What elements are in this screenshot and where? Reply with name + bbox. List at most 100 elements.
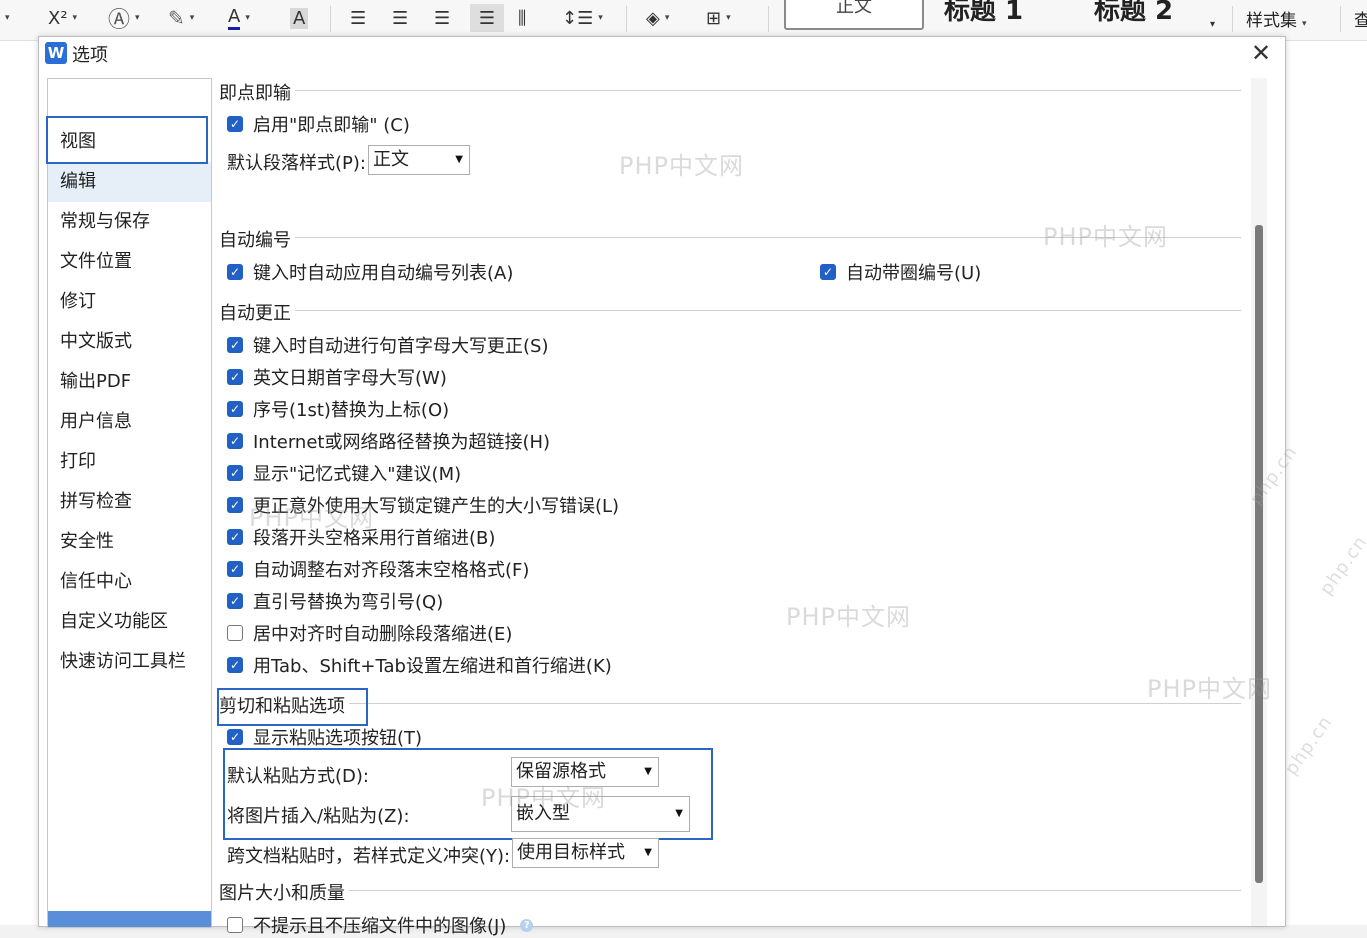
checkbox-checked-icon: ✓	[227, 433, 243, 449]
checkbox-label: 不提示且不压缩文件中的图像(J)	[253, 916, 507, 937]
font-color-button[interactable]: A ▾	[228, 4, 250, 32]
toolbar-divider	[1340, 6, 1341, 32]
nav-item-revision[interactable]: 修订	[48, 282, 211, 322]
styles-set-button[interactable]: 样式集 ▾	[1246, 6, 1307, 31]
style-normal[interactable]: 正文	[784, 0, 924, 30]
nav-item-quick-access-toolbar[interactable]: 快速访问工具栏	[48, 642, 211, 682]
section-divider	[219, 90, 1241, 91]
paste-options-highlight	[223, 748, 713, 840]
style-heading-1[interactable]: 标题 1	[944, 0, 1023, 27]
nav-item-trust-center[interactable]: 信任中心	[48, 562, 211, 602]
scrollbar-thumb[interactable]	[1255, 225, 1263, 883]
nav-item-print[interactable]: 打印	[48, 442, 211, 482]
text-effect-button[interactable]: Ⓐ ▾	[108, 4, 140, 33]
nav-item-security[interactable]: 安全性	[48, 522, 211, 562]
font-size-dropdown[interactable]: ▾	[0, 4, 10, 32]
options-dialog: W 选项 ✕ 视图 编辑 常规与保存 文件位置 修订 中文版式 输出PDF 用户…	[38, 36, 1286, 937]
checkbox-label: 显示粘贴选项按钮(T)	[253, 728, 423, 749]
capitalize-english-date-checkbox[interactable]: ✓ 英文日期首字母大写(W)	[227, 364, 447, 390]
checkbox-checked-icon: ✓	[227, 369, 243, 385]
text-effect-icon: Ⓐ	[108, 8, 131, 33]
line-spacing-icon: ↕☰	[562, 7, 594, 29]
checkbox-checked-icon: ✓	[227, 593, 243, 609]
line-spacing-button[interactable]: ↕☰ ▾	[562, 4, 603, 32]
dropdown-arrow-icon: ▼	[455, 154, 463, 165]
close-button[interactable]: ✕	[1247, 39, 1275, 67]
toolbar-divider	[768, 6, 769, 32]
distributed-align-icon: ⫼	[518, 7, 527, 29]
checkbox-label: 启用"即点即输" (C)	[253, 115, 410, 136]
nav-highlight-box	[46, 116, 208, 164]
leading-space-indent-checkbox[interactable]: ✓ 段落开头空格采用行首缩进(B)	[227, 524, 495, 550]
autocomplete-suggestion-checkbox[interactable]: ✓ 显示"记忆式键入"建议(M)	[227, 460, 461, 486]
chevron-down-icon: ▾	[1210, 18, 1216, 30]
select-value: 使用目标样式	[517, 842, 625, 863]
nav-item-spell-check[interactable]: 拼写检查	[48, 482, 211, 522]
help-question-icon[interactable]: ?	[520, 918, 534, 932]
right-align-trailing-space-checkbox[interactable]: ✓ 自动调整右对齐段落末空格格式(F)	[227, 556, 529, 582]
paint-bucket-icon: ◈	[646, 7, 660, 29]
highlight-button[interactable]: ✎ ▾	[168, 4, 194, 32]
checkbox-unchecked-icon	[227, 917, 243, 933]
align-center-icon: ☰	[392, 7, 409, 29]
justify-button[interactable]: ☰	[470, 4, 504, 32]
checkbox-checked-icon: ✓	[227, 657, 243, 673]
checkbox-checked-icon: ✓	[227, 729, 243, 745]
checkbox-label: Internet或网络路径替换为超链接(H)	[253, 432, 551, 453]
align-left-button[interactable]: ☰	[350, 4, 366, 32]
dialog-title: 选项	[72, 45, 108, 66]
superscript-icon: X²	[48, 7, 68, 29]
align-center-button[interactable]: ☰	[392, 4, 408, 32]
highlighter-icon: ✎	[168, 6, 185, 30]
tab-indent-checkbox[interactable]: ✓ 用Tab、Shift+Tab设置左缩进和首行缩进(K)	[227, 652, 612, 678]
checkbox-checked-icon: ✓	[227, 465, 243, 481]
select-value: 正文	[373, 149, 409, 170]
find-button[interactable]: 查	[1354, 6, 1367, 31]
checkbox-checked-icon: ✓	[227, 337, 243, 353]
show-paste-button-checkbox[interactable]: ✓ 显示粘贴选项按钮(T)	[227, 724, 422, 750]
enable-click-type-checkbox[interactable]: ✓ 启用"即点即输" (C)	[227, 111, 410, 137]
auto-capitalize-sentence-checkbox[interactable]: ✓ 键入时自动进行句首字母大写更正(S)	[227, 332, 548, 358]
auto-circle-number-checkbox[interactable]: ✓ 自动带圈编号(U)	[820, 259, 981, 285]
checkbox-checked-icon: ✓	[227, 116, 243, 132]
borders-button[interactable]: ⊞ ▾	[706, 4, 731, 32]
align-right-button[interactable]: ☰	[434, 4, 450, 32]
internet-hyperlink-checkbox[interactable]: ✓ Internet或网络路径替换为超链接(H)	[227, 428, 550, 454]
nav-item-chinese-layout[interactable]: 中文版式	[48, 322, 211, 362]
auto-number-list-checkbox[interactable]: ✓ 键入时自动应用自动编号列表(A)	[227, 259, 513, 285]
checkbox-label: 自动调整右对齐段落末空格格式(F)	[253, 560, 530, 581]
checkbox-label: 更正意外使用大写锁定键产生的大小写错误(L)	[253, 496, 620, 517]
center-remove-indent-checkbox[interactable]: 居中对齐时自动删除段落缩进(E)	[227, 620, 512, 646]
nav-item-file-location[interactable]: 文件位置	[48, 242, 211, 282]
superscript-button[interactable]: X² ▾	[48, 4, 77, 32]
section-divider	[219, 703, 1241, 704]
checkbox-checked-icon: ✓	[227, 561, 243, 577]
char-shading-button[interactable]: A	[290, 4, 309, 32]
shading-button[interactable]: ◈ ▾	[646, 4, 669, 32]
ordinal-superscript-checkbox[interactable]: ✓ 序号(1st)替换为上标(O)	[227, 396, 449, 422]
nav-item-export-pdf[interactable]: 输出PDF	[48, 362, 211, 402]
document-canvas-right	[1285, 41, 1367, 925]
align-right-icon: ☰	[434, 7, 451, 29]
styles-more-button[interactable]: ▾	[1210, 10, 1215, 38]
options-nav: 视图 编辑 常规与保存 文件位置 修订 中文版式 输出PDF 用户信息 打印 拼…	[46, 78, 212, 928]
styles-set-label: 样式集	[1246, 11, 1297, 31]
checkbox-label: 键入时自动进行句首字母大写更正(S)	[253, 336, 549, 357]
checkbox-checked-icon: ✓	[227, 401, 243, 417]
checkbox-label: 显示"记忆式键入"建议(M)	[253, 464, 462, 485]
dialog-titlebar[interactable]: W 选项 ✕	[39, 37, 1285, 73]
nav-item-general-save[interactable]: 常规与保存	[48, 202, 211, 242]
nav-item-user-info[interactable]: 用户信息	[48, 402, 211, 442]
nav-item-customize-ribbon[interactable]: 自定义功能区	[48, 602, 211, 642]
checkbox-label: 英文日期首字母大写(W)	[253, 368, 447, 389]
nav-item-edit[interactable]: 编辑	[48, 162, 211, 202]
checkbox-unchecked-icon	[227, 625, 243, 641]
smart-quotes-checkbox[interactable]: ✓ 直引号替换为弯引号(Q)	[227, 588, 443, 614]
caps-lock-correction-checkbox[interactable]: ✓ 更正意外使用大写锁定键产生的大小写错误(L)	[227, 492, 619, 518]
section-title-image-quality: 图片大小和质量	[219, 879, 349, 905]
distributed-button[interactable]: ⫼	[518, 4, 526, 32]
default-paragraph-style-select[interactable]: 正文 ▼	[368, 145, 470, 175]
style-heading-2[interactable]: 标题 2	[1094, 0, 1173, 27]
no-compress-images-checkbox[interactable]: 不提示且不压缩文件中的图像(J) ?	[227, 912, 534, 938]
cross-document-paste-select[interactable]: 使用目标样式 ▼	[512, 838, 659, 868]
